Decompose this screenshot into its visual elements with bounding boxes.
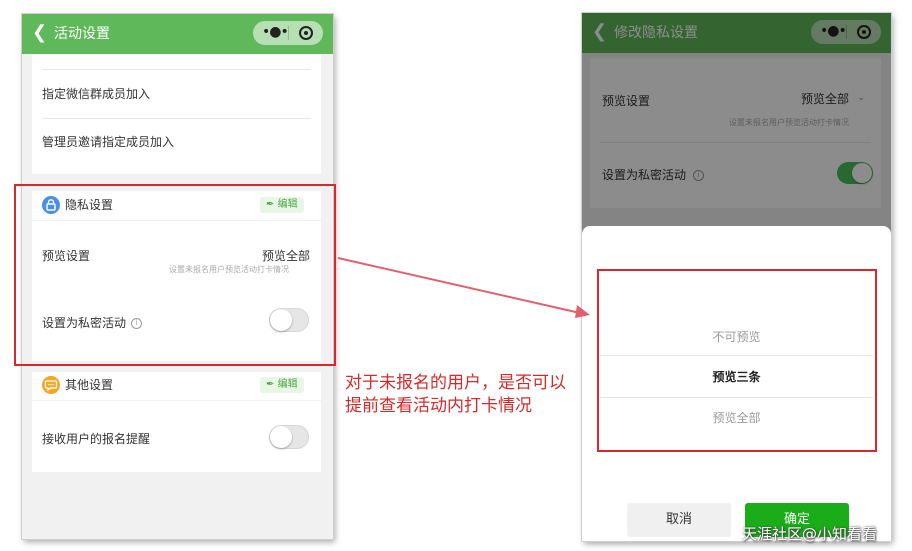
watermark: 天涯社区@小知看看 [742, 525, 878, 543]
annotation-arrow [337, 257, 590, 318]
annotation-text: 对于未报名的用户，是否可以提前查看活动内打卡情况 [345, 373, 566, 416]
arrow-head [575, 305, 590, 318]
arrow-line [337, 257, 581, 314]
